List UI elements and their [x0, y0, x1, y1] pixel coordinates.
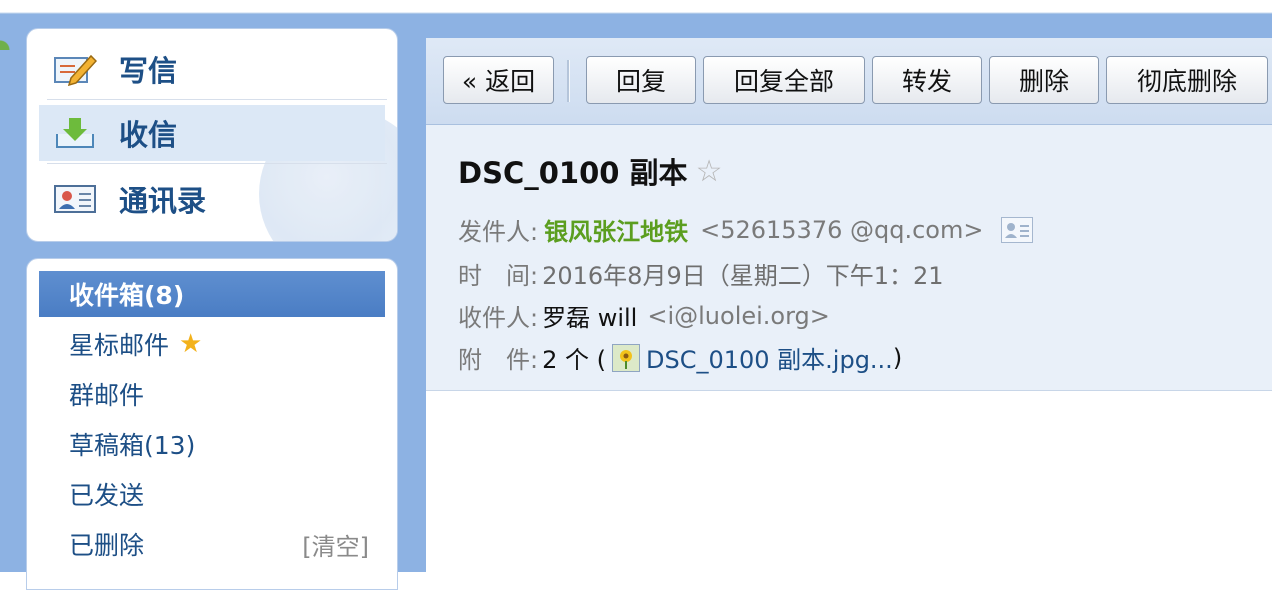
time-label: 时 间:	[458, 262, 539, 290]
image-file-icon	[611, 343, 640, 372]
folder-inbox[interactable]: 收件箱(8)	[39, 271, 385, 317]
attachment-close: )	[892, 343, 903, 372]
nav-divider	[47, 163, 387, 164]
corner-leaf-icon	[0, 24, 14, 50]
sender-address: <52615376 @qq.com>	[700, 215, 984, 244]
contacts-card-icon	[53, 182, 97, 216]
nav-contacts-label: 通讯录	[119, 184, 207, 218]
recipient-label: 收件人:	[458, 304, 539, 332]
back-button[interactable]: « 返回	[443, 56, 554, 104]
folder-panel: 收件箱(8) 星标邮件 ★ 群邮件 草稿箱(13) 已发送 已删除 [清空]	[26, 258, 398, 590]
nav-divider	[47, 99, 387, 100]
folder-starred[interactable]: 星标邮件 ★	[39, 321, 385, 367]
folder-starred-label: 星标邮件	[69, 331, 170, 360]
folder-sent-label: 已发送	[69, 481, 145, 510]
delete-button[interactable]: 删除	[989, 56, 1099, 104]
compose-icon	[53, 52, 98, 87]
clear-trash-link[interactable]: [清空]	[302, 527, 369, 562]
add-contact-icon[interactable]	[1001, 216, 1034, 243]
forward-button[interactable]: 转发	[872, 56, 982, 104]
folder-group-label: 群邮件	[69, 381, 145, 410]
nav-compose-label: 写信	[119, 54, 178, 88]
nav-panel: 写信 收信 通讯录	[26, 28, 398, 242]
recipient-address: <i@luolei.org>	[647, 301, 830, 330]
nav-inbox[interactable]: 收信	[39, 105, 385, 161]
attachment-label: 附 件:	[458, 346, 539, 374]
nav-inbox-label: 收信	[119, 118, 178, 152]
folder-deleted-label: 已删除	[69, 531, 145, 560]
folder-drafts[interactable]: 草稿箱(13)	[39, 421, 385, 467]
sender-row: 发件人: 银风张江地铁 <52615376 @qq.com>	[458, 212, 1034, 247]
reply-button[interactable]: 回复	[586, 56, 696, 104]
delete-permanently-button[interactable]: 彻底删除	[1106, 56, 1268, 104]
mail-toolbar: « 返回 回复 回复全部 转发 删除 彻底删除	[426, 38, 1272, 125]
time-row: 时 间: 2016年8月9日（星期二）下午1：21	[458, 256, 944, 291]
mail-subject-text: DSC_0100 副本	[458, 156, 688, 190]
folder-group[interactable]: 群邮件	[39, 371, 385, 417]
toolbar-separator	[567, 60, 570, 102]
sender-name[interactable]: 银风张江地铁	[544, 212, 688, 247]
folder-deleted[interactable]: 已删除 [清空]	[39, 521, 385, 567]
attachment-link[interactable]: DSC_0100 副本.jpg...	[646, 340, 893, 375]
attachment-count: 2 个 (	[542, 346, 606, 374]
star-outline-icon[interactable]: ☆	[696, 154, 723, 189]
inbox-download-icon	[53, 116, 97, 150]
nav-compose[interactable]: 写信	[39, 41, 385, 97]
folder-inbox-label: 收件箱(8)	[69, 281, 185, 310]
sender-label: 发件人:	[458, 218, 539, 246]
mail-read-panel: « 返回 回复 回复全部 转发 删除 彻底删除 DSC_0100 副本 ☆ 发件…	[426, 38, 1272, 572]
mail-subject: DSC_0100 副本 ☆	[458, 150, 722, 192]
reply-all-button[interactable]: 回复全部	[703, 56, 865, 104]
recipient-row: 收件人: 罗磊 will <i@luolei.org>	[458, 298, 830, 333]
star-icon: ★	[179, 329, 203, 359]
attachment-row: 附 件: 2 个 ( DSC_0100 副本.jpg... )	[458, 340, 902, 375]
folder-drafts-label: 草稿箱(13)	[69, 431, 196, 460]
folder-sent[interactable]: 已发送	[39, 471, 385, 517]
nav-contacts[interactable]: 通讯录	[39, 171, 385, 227]
time-value: 2016年8月9日（星期二）下午1：21	[542, 262, 944, 290]
recipient-name[interactable]: 罗磊 will	[542, 298, 637, 333]
